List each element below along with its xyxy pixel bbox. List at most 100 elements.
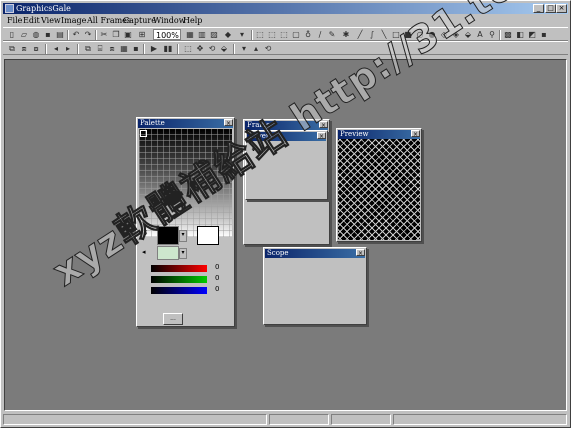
search-icon[interactable]: ◍: [31, 30, 41, 40]
status-panel: [393, 414, 567, 425]
layer-panel[interactable]: Layer × ⇟ ✎: [245, 130, 328, 200]
prev-frame-icon[interactable]: ◂: [51, 44, 61, 54]
frame-icon[interactable]: ⧈: [107, 44, 117, 54]
palette-close-button[interactable]: ×: [224, 119, 233, 127]
undo-icon[interactable]: ↶: [71, 30, 81, 40]
menu-edit[interactable]: Edit: [23, 15, 40, 27]
spray-icon[interactable]: ✱: [341, 30, 351, 40]
palette-swatch-grid[interactable]: [139, 129, 232, 237]
tool-icon[interactable]: ◆: [223, 30, 233, 40]
menu-image[interactable]: Image: [61, 15, 86, 27]
text-icon[interactable]: A: [475, 30, 485, 40]
tool-icon[interactable]: ⬙: [219, 44, 229, 54]
frame-icon[interactable]: ⧈: [19, 44, 29, 54]
new-icon[interactable]: ▯: [7, 30, 17, 40]
tool-icon[interactable]: ◇: [439, 30, 449, 40]
window-title: GraphicsGale: [16, 4, 71, 13]
menu-capture[interactable]: Capture: [123, 15, 156, 27]
select-icon[interactable]: ⬚: [255, 30, 265, 40]
frame-icon[interactable]: ⧉: [83, 44, 93, 54]
pin-icon[interactable]: ⇟: [142, 228, 149, 237]
close-button[interactable]: ×: [556, 4, 567, 13]
scope-panel[interactable]: Scope ×: [263, 247, 367, 325]
tool-icon[interactable]: ⟲: [207, 44, 217, 54]
blue-slider[interactable]: [151, 287, 207, 294]
tool-icon[interactable]: ▪: [539, 30, 549, 40]
rgb-sliders: 0 0 0: [139, 262, 232, 300]
separator: [251, 30, 253, 40]
palette-option-button[interactable]: ...: [163, 313, 183, 325]
frame-close-button[interactable]: ×: [319, 121, 328, 129]
foreground-color[interactable]: [157, 226, 179, 245]
palette-panel[interactable]: Palette × ⇟ ▾ ◂ ▾ 0 0 0 ...: [136, 117, 235, 327]
tool-icon[interactable]: ▾: [237, 30, 247, 40]
open-icon[interactable]: ▱: [19, 30, 29, 40]
ellipse-icon[interactable]: ●: [427, 30, 437, 40]
line-icon[interactable]: ╱: [355, 30, 365, 40]
maximize-button[interactable]: □: [545, 4, 556, 13]
menu-window[interactable]: Window: [153, 15, 186, 27]
tool-icon[interactable]: ▨: [209, 30, 219, 40]
background-color[interactable]: [197, 226, 219, 245]
line-icon[interactable]: ╲: [379, 30, 389, 40]
frame-icon[interactable]: ⧉: [7, 44, 17, 54]
zoom-select[interactable]: 100%: [153, 29, 181, 40]
frame-icon[interactable]: ⧇: [31, 44, 41, 54]
redo-icon[interactable]: ↷: [83, 30, 93, 40]
fill-icon[interactable]: ◈: [451, 30, 461, 40]
stop-icon[interactable]: ▮▮: [163, 44, 173, 54]
tool-icon[interactable]: ▩: [503, 30, 513, 40]
curve-icon[interactable]: ∫: [367, 30, 377, 40]
save-icon[interactable]: ▪: [131, 44, 141, 54]
pen-icon[interactable]: ∕: [315, 30, 325, 40]
layer-close-button[interactable]: ×: [317, 132, 326, 140]
green-value[interactable]: 0: [215, 274, 219, 282]
tool-icon[interactable]: ◧: [515, 30, 525, 40]
play-icon[interactable]: ▶: [149, 44, 159, 54]
pin-icon[interactable]: ⇟: [250, 144, 257, 153]
copy-icon[interactable]: ❐: [111, 30, 121, 40]
cut-icon[interactable]: ✂: [99, 30, 109, 40]
select-icon[interactable]: ▢: [291, 30, 301, 40]
select-icon[interactable]: ⬚: [267, 30, 277, 40]
grid-icon[interactable]: ▥: [197, 30, 207, 40]
save-icon[interactable]: ▪: [43, 30, 53, 40]
frame-icon[interactable]: ▦: [119, 44, 129, 54]
scope-close-button[interactable]: ×: [356, 249, 365, 257]
fill-icon[interactable]: ⬙: [463, 30, 473, 40]
tool-icon[interactable]: ⟲: [263, 44, 273, 54]
fg-dropdown-button[interactable]: ▾: [179, 230, 187, 242]
arrow-icon[interactable]: ◂: [142, 248, 146, 256]
preview-panel[interactable]: Preview ×: [336, 128, 422, 242]
red-value[interactable]: 0: [215, 263, 219, 271]
pen-icon[interactable]: ✎: [327, 30, 337, 40]
lasso-icon[interactable]: ♁: [303, 30, 313, 40]
menu-view[interactable]: View: [41, 15, 61, 27]
zoom-icon[interactable]: ⊞: [137, 30, 147, 40]
preview-close-button[interactable]: ×: [411, 130, 420, 138]
rect-icon[interactable]: □: [391, 30, 401, 40]
red-slider[interactable]: [151, 265, 207, 272]
green-slider[interactable]: [151, 276, 207, 283]
rect-icon[interactable]: ■: [403, 30, 413, 40]
tool-icon[interactable]: ▾: [239, 44, 249, 54]
next-frame-icon[interactable]: ▸: [63, 44, 73, 54]
blue-value[interactable]: 0: [215, 285, 219, 293]
select-icon[interactable]: ⬚: [279, 30, 289, 40]
grid-icon[interactable]: ▦: [185, 30, 195, 40]
title-bar[interactable]: GraphicsGale _ □ ×: [3, 3, 568, 14]
paste-icon[interactable]: ▣: [123, 30, 133, 40]
color-dropdown-button[interactable]: ▾: [179, 248, 187, 259]
minimize-button[interactable]: _: [533, 4, 544, 13]
menu-file[interactable]: File: [7, 15, 22, 27]
tool-icon[interactable]: ⬚: [183, 44, 193, 54]
status-panel: [331, 414, 391, 425]
menu-help[interactable]: Help: [183, 15, 202, 27]
tool-icon[interactable]: ▴: [251, 44, 261, 54]
ellipse-icon[interactable]: ○: [415, 30, 425, 40]
tool-icon[interactable]: ◩: [527, 30, 537, 40]
tool-icon[interactable]: ✥: [195, 44, 205, 54]
frame-icon[interactable]: ⌸: [95, 44, 105, 54]
eyedropper-icon[interactable]: ⚲: [487, 30, 497, 40]
print-icon[interactable]: ▤: [55, 30, 65, 40]
